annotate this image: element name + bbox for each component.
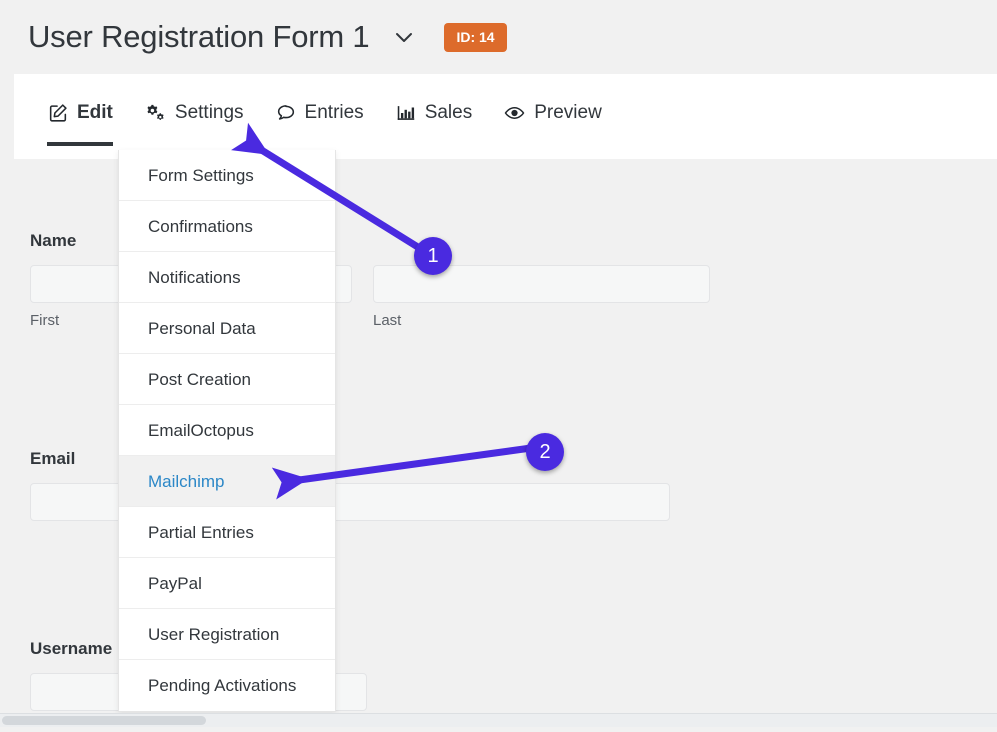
name-last-input[interactable] bbox=[373, 265, 710, 303]
menu-item-pending-activations[interactable]: Pending Activations bbox=[119, 660, 335, 711]
comment-icon bbox=[275, 102, 297, 124]
menu-item-notifications[interactable]: Notifications bbox=[119, 252, 335, 303]
menu-item-mailchimp[interactable]: Mailchimp bbox=[119, 456, 335, 507]
menu-item-confirmations[interactable]: Confirmations bbox=[119, 201, 335, 252]
tab-sales-label: Sales bbox=[424, 102, 473, 123]
name-last-sublabel: Last bbox=[373, 312, 402, 329]
form-id-badge: ID: 14 bbox=[444, 22, 507, 52]
settings-dropdown-menu: Form Settings Confirmations Notification… bbox=[118, 150, 336, 712]
tab-bar: Edit Settings Entries Sales Preview bbox=[14, 74, 997, 159]
menu-item-partial-entries[interactable]: Partial Entries bbox=[119, 507, 335, 558]
bar-chart-icon bbox=[395, 102, 417, 124]
horizontal-scrollbar-thumb[interactable] bbox=[2, 716, 206, 725]
tab-sales[interactable]: Sales bbox=[395, 102, 473, 146]
tab-edit-label: Edit bbox=[77, 102, 113, 123]
menu-item-user-registration[interactable]: User Registration bbox=[119, 609, 335, 660]
edit-pencil-icon bbox=[47, 102, 69, 124]
cogs-icon bbox=[144, 102, 167, 124]
tab-entries-label: Entries bbox=[304, 102, 364, 123]
menu-item-emailoctopus[interactable]: EmailOctopus bbox=[119, 405, 335, 456]
tab-edit[interactable]: Edit bbox=[47, 102, 113, 146]
menu-item-paypal[interactable]: PayPal bbox=[119, 558, 335, 609]
menu-item-post-creation[interactable]: Post Creation bbox=[119, 354, 335, 405]
page-title: User Registration Form 1 bbox=[28, 19, 370, 54]
tab-preview-label: Preview bbox=[534, 102, 602, 123]
tab-settings[interactable]: Settings bbox=[144, 102, 244, 146]
menu-item-personal-data[interactable]: Personal Data bbox=[119, 303, 335, 354]
name-last-column: Last bbox=[373, 265, 710, 329]
page-header: User Registration Form 1 ID: 14 bbox=[0, 0, 997, 74]
menu-item-form-settings[interactable]: Form Settings bbox=[119, 150, 335, 201]
tab-preview[interactable]: Preview bbox=[503, 102, 602, 146]
tab-settings-label: Settings bbox=[174, 102, 244, 123]
tab-entries[interactable]: Entries bbox=[275, 102, 364, 146]
eye-icon bbox=[503, 102, 526, 124]
tab-list: Edit Settings Entries Sales Preview bbox=[14, 74, 997, 159]
horizontal-scrollbar[interactable] bbox=[0, 713, 997, 727]
chevron-down-icon[interactable] bbox=[391, 24, 417, 50]
